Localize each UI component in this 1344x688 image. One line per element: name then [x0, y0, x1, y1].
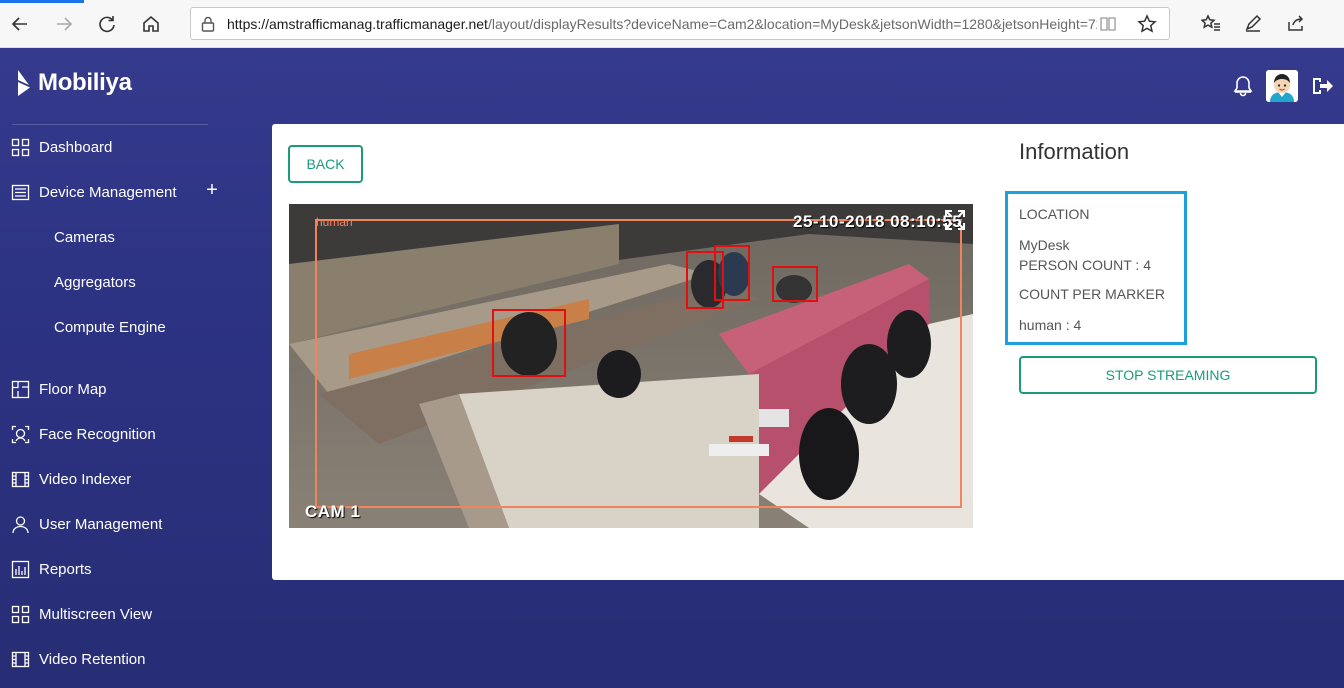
sidebar-item-label: User Management — [39, 515, 163, 533]
information-panel: LOCATION MyDesk PERSON COUNT : 4 COUNT P… — [1005, 191, 1187, 345]
sidebar-item-label: Dashboard — [39, 138, 113, 156]
home-icon[interactable] — [135, 8, 167, 40]
brand-name: Mobiliya — [38, 69, 132, 96]
film-icon — [10, 469, 30, 489]
sidebar-item-label: Video Indexer — [39, 470, 132, 488]
sidebar-item-label: Floor Map — [39, 380, 107, 398]
feed-camera-label: CAM 1 — [305, 502, 361, 521]
sidebar-item-multiscreen-view[interactable]: Multiscreen View — [0, 594, 240, 634]
sidebar-item-label: Reports — [39, 560, 92, 578]
sidebar-item-label: Cameras — [54, 228, 115, 246]
brand-logo[interactable]: Mobiliya — [16, 68, 132, 98]
user-avatar[interactable] — [1266, 70, 1298, 102]
avatar-face-icon — [1266, 70, 1298, 102]
refresh-icon[interactable] — [91, 8, 123, 40]
app-shell: Mobiliya Dashboard Device Management + C… — [0, 48, 1344, 688]
sidebar-item-face-recognition[interactable]: Face Recognition — [0, 414, 240, 454]
fullscreen-icon[interactable] — [944, 209, 966, 231]
sidebar-item-cameras[interactable]: Cameras — [0, 217, 240, 257]
information-title: Information — [1019, 139, 1130, 164]
sidebar-item-floor-map[interactable]: Floor Map — [0, 369, 240, 409]
bar-chart-icon — [10, 559, 30, 579]
floor-map-icon — [10, 379, 30, 399]
logout-icon[interactable] — [1310, 74, 1334, 98]
back-button[interactable]: BACK — [288, 145, 363, 183]
film-icon — [10, 649, 30, 669]
grid-icon — [10, 604, 30, 624]
active-tab-indicator — [0, 0, 84, 3]
share-icon[interactable] — [1281, 8, 1311, 38]
sidebar-item-video-retention[interactable]: Video Retention — [0, 639, 240, 679]
stop-streaming-button[interactable]: STOP STREAMING — [1019, 356, 1317, 394]
pen-icon[interactable] — [1238, 8, 1268, 38]
sidebar-item-label: Video Retention — [39, 650, 146, 668]
favorite-star-icon[interactable] — [1137, 14, 1157, 34]
location-heading: LOCATION — [1019, 206, 1090, 222]
content-card: BACK human 25-10-2018 08:10:55 CAM 1 Inf… — [272, 124, 1344, 580]
user-icon — [10, 514, 30, 534]
camera-frame-image — [289, 204, 973, 528]
browser-toolbar: https://amstrafficmanag.trafficmanager.n… — [0, 0, 1344, 48]
face-scan-icon — [10, 424, 30, 444]
notification-bell-icon[interactable] — [1232, 74, 1254, 98]
sidebar-item-user-management[interactable]: User Management — [0, 504, 240, 544]
camera-feed[interactable]: human 25-10-2018 08:10:55 CAM 1 — [289, 204, 973, 528]
person-count: PERSON COUNT : 4 — [1019, 257, 1151, 273]
sidebar-item-label: Multiscreen View — [39, 605, 153, 623]
count-per-marker-heading: COUNT PER MARKER — [1019, 286, 1165, 302]
mobiliya-logo-icon — [18, 70, 30, 96]
sidebar-item-compute-engine[interactable]: Compute Engine — [0, 307, 240, 347]
sidebar-item-label: Aggregators — [54, 273, 136, 291]
sidebar-item-label: Compute Engine — [54, 318, 166, 336]
sidebar-item-reports[interactable]: Reports — [0, 549, 240, 589]
roi-label: human — [316, 215, 353, 229]
sidebar-item-dashboard[interactable]: Dashboard — [0, 127, 240, 167]
favorites-list-icon[interactable] — [1196, 8, 1226, 38]
sidebar-item-label: Device Management — [39, 183, 177, 201]
sidebar-item-video-indexer[interactable]: Video Indexer — [0, 459, 240, 499]
sidebar-divider — [12, 124, 208, 125]
sidebar-item-aggregators[interactable]: Aggregators — [0, 262, 240, 302]
address-bar[interactable]: https://amstrafficmanag.trafficmanager.n… — [190, 7, 1170, 40]
reading-view-icon[interactable] — [1099, 15, 1117, 33]
back-arrow-icon[interactable] — [4, 8, 36, 40]
list-icon — [10, 182, 30, 202]
lock-icon — [201, 16, 215, 32]
feed-timestamp: 25-10-2018 08:10:55 — [793, 212, 963, 231]
expand-plus-icon[interactable]: + — [204, 179, 220, 201]
location-value: MyDesk — [1019, 237, 1070, 253]
sidebar-item-label: Face Recognition — [39, 425, 156, 443]
marker-count-value: human : 4 — [1019, 317, 1082, 333]
grid-icon — [10, 137, 30, 157]
forward-arrow-icon[interactable] — [48, 8, 80, 40]
more-icon[interactable] — [1326, 8, 1344, 38]
url-text: https://amstrafficmanag.trafficmanager.n… — [227, 15, 1097, 32]
